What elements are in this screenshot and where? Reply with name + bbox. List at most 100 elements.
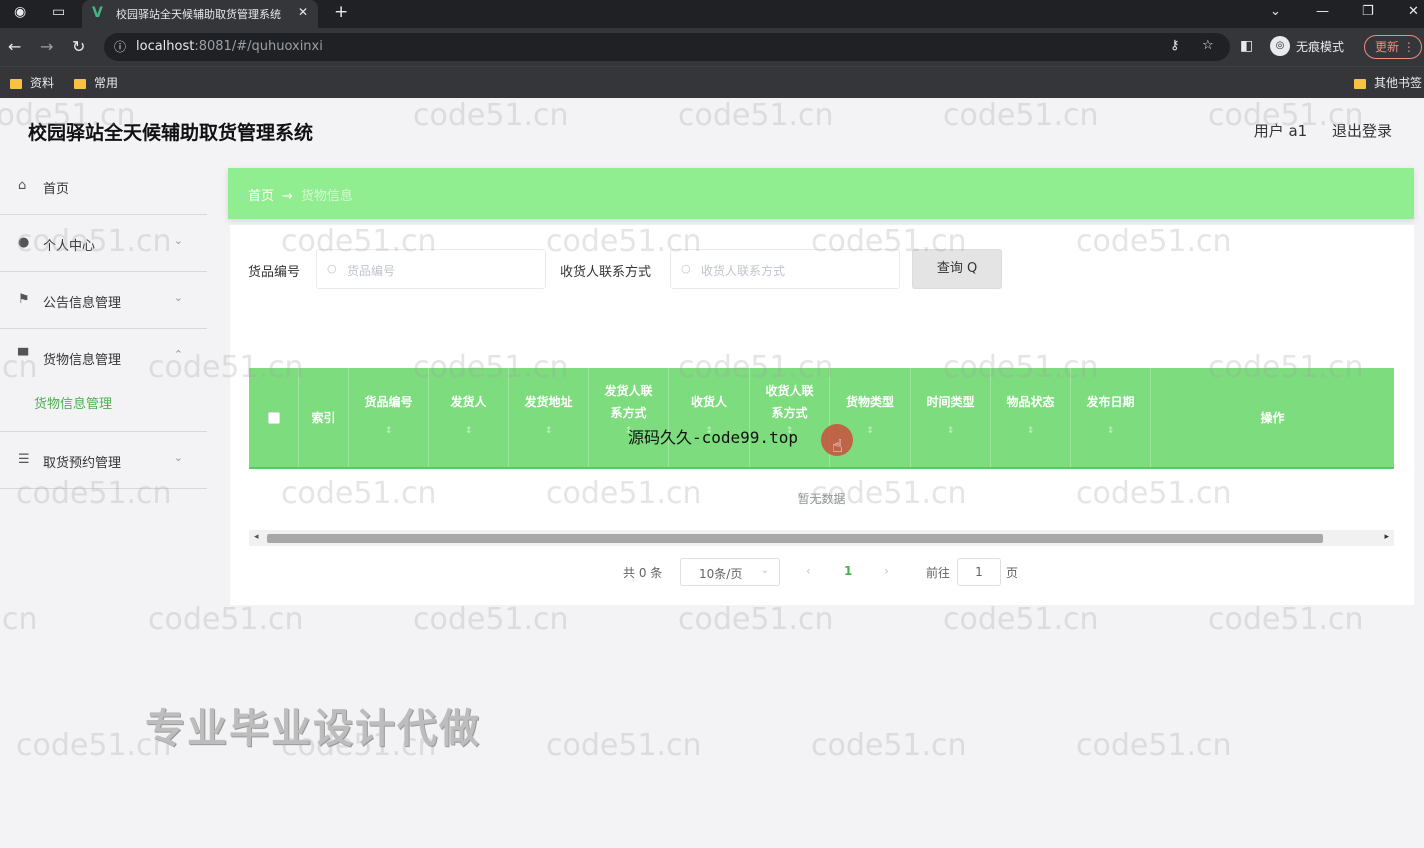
breadcrumb-arrow-icon: →	[282, 189, 293, 204]
browser-tab-title: 校园驿站全天候辅助取货管理系统	[116, 8, 281, 21]
folder-icon	[1354, 78, 1366, 89]
bookmark-folder-ziliao[interactable]: 资料	[10, 74, 54, 91]
sidebar-subitem-label: 货物信息管理	[34, 397, 113, 412]
page-number[interactable]: 1	[844, 564, 852, 578]
goto-suffix: 页	[1006, 566, 1019, 580]
restore-icon[interactable]: ❐	[1362, 4, 1374, 19]
address-url: localhost:8081/#/quhuoxinxi	[136, 39, 323, 54]
sort-icon[interactable]: ↕	[1071, 426, 1150, 436]
hand-cursor-icon: ☝	[832, 436, 843, 457]
main-panel: 货品编号 ○ 货品编号 收货人联系方式 ○ 收货人联系方式 查询 Q 索引 货品…	[230, 225, 1414, 605]
vue-logo-icon: V	[92, 5, 103, 21]
close-tab-icon[interactable]: ✕	[298, 5, 308, 19]
sort-icon[interactable]: ↕	[429, 426, 508, 436]
select-all-checkbox[interactable]	[268, 412, 280, 424]
prev-page-icon[interactable]: ‹	[806, 564, 811, 578]
column-header[interactable]: 发货人 ↕	[429, 368, 509, 467]
column-header[interactable]: 货品编号 ↕	[349, 368, 429, 467]
watermark: code51.cn	[413, 602, 569, 637]
bookmark-folder-changyong[interactable]: 常用	[74, 74, 118, 91]
current-user: 用户 a1	[1253, 122, 1308, 140]
incognito-indicator[interactable]: ◎ 无痕模式	[1270, 35, 1344, 56]
sidebar-item-home[interactable]: ⌂ 首页	[0, 158, 207, 215]
incognito-icon: ◎	[1270, 35, 1290, 56]
sidebar-item-label: 货物信息管理	[43, 353, 122, 368]
column-header[interactable]: 索引	[299, 368, 349, 467]
watermark: code51.cn	[413, 98, 569, 133]
tab-list-icon[interactable]: ⌄	[1270, 4, 1281, 19]
sidebar-item-label: 首页	[43, 182, 70, 197]
page-size-select[interactable]: 10条/页 ⌄	[680, 558, 780, 586]
side-panel-icon[interactable]: ◧	[1240, 38, 1253, 54]
column-header[interactable]: 收货人 ↕	[669, 368, 750, 467]
minimize-icon[interactable]: —	[1316, 4, 1329, 19]
data-table: 索引 货品编号 ↕ 发货人 ↕ 发货地址 ↕ 发货人联系方式 ↕ 收货人 ↕ 收…	[249, 368, 1394, 546]
sidebar-item-label: 取货预约管理	[43, 456, 122, 471]
watermark: code51.cn	[0, 602, 38, 637]
home-icon: ⌂	[18, 178, 27, 193]
sort-icon[interactable]: ↕	[911, 426, 990, 436]
search-icon: ○	[327, 262, 337, 275]
horizontal-scrollbar[interactable]: ◂ ▸	[249, 530, 1394, 546]
reload-icon[interactable]: ↻	[72, 37, 85, 56]
folder-icon	[10, 78, 22, 89]
search-input-code[interactable]: ○ 货品编号	[316, 249, 546, 289]
sidebar-subitem-cargo-info[interactable]: 货物信息管理	[0, 386, 207, 432]
key-icon[interactable]: ⚷	[1170, 38, 1180, 53]
browser-menu-icon[interactable]: ◉	[14, 4, 26, 20]
chevron-down-icon: ⌄	[760, 565, 769, 576]
chevron-down-icon: ⌄	[173, 291, 183, 304]
close-window-icon[interactable]: ✕	[1408, 4, 1419, 19]
other-bookmarks[interactable]: 其他书签	[1354, 74, 1422, 91]
sidebar-item-pickup[interactable]: ☰ 取货预约管理 ⌄	[0, 432, 207, 489]
flag-icon: ⚑	[18, 292, 30, 307]
column-header[interactable]: 发货人联系方式 ↕	[589, 368, 669, 467]
back-icon[interactable]: ←	[8, 37, 21, 56]
goto-page-input[interactable]: 1	[957, 558, 1001, 586]
sidebar-item-notice[interactable]: ⚑ 公告信息管理 ⌄	[0, 272, 207, 329]
new-tab-icon[interactable]: +	[334, 2, 348, 22]
breadcrumb-home[interactable]: 首页	[248, 189, 274, 204]
breadcrumb-current: 货物信息	[300, 189, 353, 204]
watermark: code51.cn	[811, 728, 967, 763]
column-header[interactable]: 物品状态 ↕	[991, 368, 1071, 467]
browser-tab[interactable]: V 校园驿站全天候辅助取货管理系统 ✕	[82, 0, 318, 28]
sidebar-item-profile[interactable]: ● 个人中心 ⌄	[0, 215, 207, 272]
column-header[interactable]: 时间类型 ↕	[911, 368, 991, 467]
sort-icon[interactable]: ↕	[509, 426, 588, 436]
source-overlay-text: 源码久久-code99.top	[628, 428, 798, 447]
forward-icon[interactable]: →	[40, 37, 53, 56]
sidebar-item-cargo[interactable]: ▀ 货物信息管理 ⌃	[0, 329, 207, 386]
sort-icon[interactable]: ↕	[991, 426, 1070, 436]
search-input-phone[interactable]: ○ 收货人联系方式	[670, 249, 900, 289]
watermark: code51.cn	[546, 728, 702, 763]
scroll-left-icon[interactable]: ◂	[254, 532, 259, 542]
update-button[interactable]: 更新 ⋮	[1364, 35, 1422, 59]
user-area: 用户 a1 退出登录	[1234, 120, 1392, 141]
chevron-down-icon: ⌄	[173, 234, 183, 247]
goto-label: 前往	[926, 566, 951, 580]
bookmark-star-icon[interactable]: ☆	[1202, 38, 1214, 53]
table-header: 索引 货品编号 ↕ 发货人 ↕ 发货地址 ↕ 发货人联系方式 ↕ 收货人 ↕ 收…	[249, 368, 1394, 469]
column-header[interactable]: 发货地址 ↕	[509, 368, 589, 467]
search-placeholder: 收货人联系方式	[701, 264, 786, 278]
watermark: code51.cn	[1208, 602, 1364, 637]
scrollbar-thumb[interactable]	[267, 534, 1323, 543]
address-bar[interactable]: ⓘ localhost:8081/#/quhuoxinxi ⚷ ☆	[104, 33, 1230, 61]
query-button[interactable]: 查询 Q	[912, 249, 1002, 289]
app-title: 校园驿站全天候辅助取货管理系统	[28, 122, 314, 144]
logout-link[interactable]: 退出登录	[1332, 122, 1392, 140]
column-header[interactable]: 收货人联系方式 ↕	[750, 368, 830, 467]
pagination-total: 共 0 条	[623, 566, 663, 580]
next-page-icon[interactable]: ›	[884, 564, 889, 578]
site-info-icon[interactable]: ⓘ	[114, 38, 126, 55]
watermark: code51.cn	[1076, 728, 1232, 763]
sidebar-item-label: 公告信息管理	[43, 296, 122, 311]
column-header[interactable]: 发布日期 ↕	[1071, 368, 1151, 467]
promo-text: 专业毕业设计代做	[145, 706, 481, 752]
scroll-right-icon[interactable]: ▸	[1384, 532, 1389, 542]
tab-search-icon[interactable]: ▭	[52, 4, 65, 20]
search-label-phone: 收货人联系方式	[560, 265, 652, 280]
sidebar: ⌂ 首页 ● 个人中心 ⌄ ⚑ 公告信息管理 ⌄ ▀ 货物信息管理 ⌃ 货物信息…	[0, 158, 207, 489]
sort-icon[interactable]: ↕	[349, 426, 428, 436]
